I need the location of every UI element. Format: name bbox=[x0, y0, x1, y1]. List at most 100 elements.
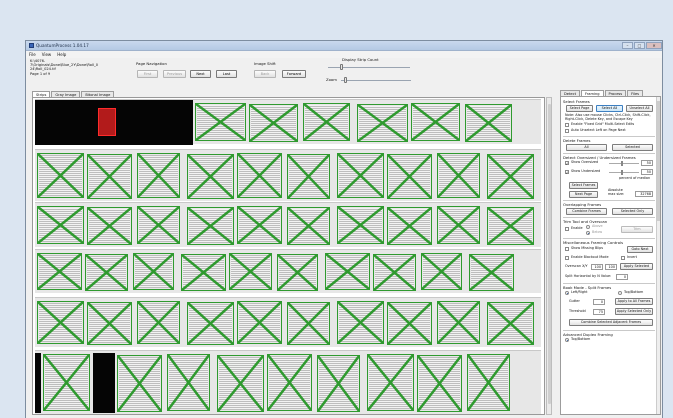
oversized-slider-thumb[interactable] bbox=[621, 161, 623, 166]
film-strip[interactable] bbox=[35, 202, 541, 247]
overscan-y-field[interactable]: 100 bbox=[605, 264, 617, 270]
strip-viewer[interactable] bbox=[32, 97, 545, 415]
frame[interactable] bbox=[465, 104, 512, 142]
select-oversized-frames-button[interactable]: Select Frames bbox=[569, 182, 598, 189]
frame[interactable] bbox=[137, 153, 180, 198]
frame[interactable] bbox=[337, 206, 384, 244]
frame[interactable] bbox=[437, 206, 480, 244]
trim-below-radio[interactable] bbox=[586, 231, 590, 235]
frame[interactable] bbox=[187, 207, 234, 245]
frame[interactable] bbox=[287, 207, 330, 245]
undersized-slider[interactable] bbox=[609, 170, 639, 175]
combine-adjacent-frames-button[interactable]: Combine Selected Adjacent Frames bbox=[569, 319, 653, 326]
frame[interactable] bbox=[181, 254, 226, 291]
frame[interactable] bbox=[229, 253, 272, 290]
frame[interactable] bbox=[467, 354, 510, 411]
frame[interactable] bbox=[267, 354, 312, 411]
zoom-thumb[interactable] bbox=[344, 77, 348, 83]
combine-frames-button[interactable]: Combine Frames bbox=[566, 208, 607, 215]
frame[interactable] bbox=[411, 103, 460, 141]
frame[interactable] bbox=[87, 154, 132, 199]
apply-selected-only-button[interactable]: Apply Selected Only bbox=[615, 308, 653, 315]
frame[interactable] bbox=[287, 302, 330, 345]
close-button[interactable]: ✕ bbox=[646, 41, 662, 49]
frame[interactable] bbox=[217, 355, 264, 412]
frame[interactable] bbox=[421, 253, 462, 290]
combine-selected-only-button[interactable]: Selected Only bbox=[612, 208, 653, 215]
frame[interactable] bbox=[37, 153, 84, 198]
overscan-x-field[interactable]: 100 bbox=[591, 264, 603, 270]
apply-all-frames-button[interactable]: Apply to All Frames bbox=[615, 298, 653, 305]
frame[interactable] bbox=[437, 301, 480, 344]
frame[interactable] bbox=[387, 302, 432, 345]
frame[interactable] bbox=[437, 153, 480, 198]
film-strip[interactable] bbox=[35, 249, 541, 293]
film-strip[interactable] bbox=[35, 350, 541, 414]
trim-button[interactable]: Trim bbox=[621, 226, 653, 233]
frame[interactable] bbox=[373, 254, 416, 291]
top-bottom-radio[interactable] bbox=[618, 291, 622, 295]
show-missing-blips-checkbox[interactable] bbox=[565, 247, 569, 251]
film-strip[interactable] bbox=[35, 149, 541, 201]
menu-view[interactable]: View bbox=[42, 52, 52, 57]
undersized-value-field[interactable]: 50 bbox=[641, 169, 653, 175]
previous-page-button[interactable]: Previous bbox=[163, 70, 186, 78]
oversized-value-field[interactable]: 50 bbox=[641, 160, 653, 166]
frame[interactable] bbox=[469, 254, 514, 291]
frame[interactable] bbox=[387, 207, 432, 245]
frame[interactable] bbox=[387, 154, 432, 199]
oversized-slider[interactable] bbox=[609, 161, 639, 166]
frame[interactable] bbox=[237, 301, 282, 344]
frame[interactable] bbox=[117, 355, 162, 412]
goto-next-button[interactable]: Goto Next bbox=[627, 246, 653, 253]
frame[interactable] bbox=[303, 103, 350, 141]
zoom-slider[interactable] bbox=[341, 77, 411, 83]
frame[interactable] bbox=[37, 253, 82, 290]
frame[interactable] bbox=[277, 254, 318, 291]
display-strip-count-slider[interactable] bbox=[328, 64, 410, 70]
next-page-oversized-button[interactable]: Next Page bbox=[569, 191, 598, 198]
delete-all-button[interactable]: All bbox=[566, 144, 607, 151]
invert-checkbox[interactable] bbox=[621, 256, 625, 260]
gutter-field[interactable]: 0 bbox=[593, 299, 605, 305]
show-undersized-checkbox[interactable] bbox=[565, 170, 569, 175]
frame[interactable] bbox=[43, 354, 90, 411]
frame[interactable] bbox=[417, 355, 462, 412]
panel-scrollbar[interactable] bbox=[656, 97, 660, 414]
frame[interactable] bbox=[367, 354, 414, 411]
frame[interactable] bbox=[133, 253, 174, 290]
select-all-button[interactable]: Select All bbox=[596, 105, 623, 112]
duplex-top-bottom-radio[interactable] bbox=[565, 338, 569, 342]
unselect-all-button[interactable]: Unselect All bbox=[626, 105, 653, 112]
frame[interactable] bbox=[487, 207, 534, 245]
panel-scrollbar-thumb[interactable] bbox=[657, 101, 660, 221]
trim-above-radio[interactable] bbox=[586, 225, 590, 229]
frame[interactable] bbox=[37, 206, 84, 244]
frame[interactable] bbox=[325, 253, 370, 290]
fixed-grid-checkbox[interactable] bbox=[565, 123, 569, 127]
shift-forward-button[interactable]: Forward bbox=[282, 70, 306, 78]
display-strip-count-thumb[interactable] bbox=[339, 64, 343, 70]
menu-help[interactable]: Help bbox=[57, 52, 66, 57]
frame[interactable] bbox=[195, 103, 246, 141]
split-horizontal-field[interactable]: 0 bbox=[616, 274, 628, 280]
frame[interactable] bbox=[237, 153, 282, 198]
frame[interactable] bbox=[85, 254, 128, 291]
selected-frame-highlight[interactable] bbox=[98, 108, 116, 136]
last-page-button[interactable]: Last bbox=[216, 70, 237, 78]
threshold-field[interactable]: 75 bbox=[593, 309, 605, 315]
frame[interactable] bbox=[37, 301, 84, 344]
viewer-scrollbar-thumb[interactable] bbox=[548, 104, 551, 404]
frame[interactable] bbox=[317, 355, 360, 412]
frame[interactable] bbox=[187, 154, 234, 199]
absolute-max-size-field[interactable]: 32768 bbox=[635, 191, 653, 197]
trim-enable-checkbox[interactable] bbox=[565, 227, 569, 231]
menu-file[interactable]: File bbox=[29, 52, 36, 57]
frame[interactable] bbox=[337, 301, 384, 344]
select-page-button[interactable]: Select Page bbox=[566, 105, 593, 112]
frame[interactable] bbox=[287, 154, 330, 199]
frame[interactable] bbox=[87, 207, 132, 245]
frame[interactable] bbox=[249, 104, 298, 142]
frame[interactable] bbox=[337, 153, 384, 198]
frame[interactable] bbox=[137, 206, 180, 244]
